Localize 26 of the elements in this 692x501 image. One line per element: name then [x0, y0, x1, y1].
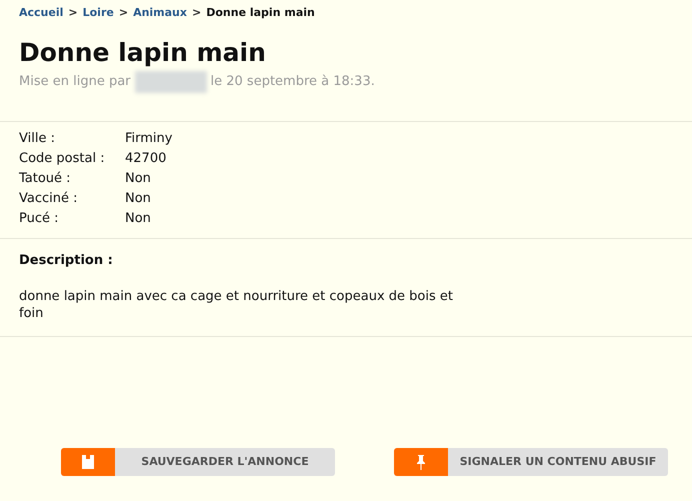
- breadcrumb-separator: >: [118, 5, 128, 21]
- posted-by-text: Mise en ligne par: [19, 72, 131, 91]
- detail-value: 42700: [125, 150, 166, 168]
- description-heading: Description :: [19, 252, 114, 270]
- detail-label: Ville :: [19, 130, 56, 148]
- detail-value: Firminy: [125, 130, 172, 148]
- bookmark-icon: [82, 455, 94, 469]
- posted-date-text: le 20 septembre à 18:33.: [210, 72, 375, 91]
- detail-label: Tatoué :: [19, 170, 72, 188]
- detail-label: Code postal :: [19, 150, 106, 168]
- breadcrumb-current: Donne lapin main: [206, 5, 315, 21]
- report-button[interactable]: SIGNALER UN CONTENU ABUSIF: [394, 448, 668, 476]
- detail-value: Non: [125, 190, 151, 208]
- breadcrumb-link[interactable]: Animaux: [133, 5, 187, 22]
- breadcrumb-link[interactable]: Accueil: [19, 5, 64, 22]
- detail-value: Non: [125, 210, 151, 228]
- detail-value: Non: [125, 170, 151, 188]
- breadcrumb-link[interactable]: Loire: [82, 5, 114, 22]
- save-ad-button[interactable]: SAUVEGARDER L'ANNONCE: [61, 448, 335, 476]
- description-text: donne lapin main avec ca cage et nourriture et copeaux de bois et foin: [19, 288, 454, 322]
- pin-icon: [417, 454, 425, 470]
- breadcrumb-separator: >: [192, 5, 202, 21]
- detail-label: Pucé :: [19, 210, 60, 228]
- detail-label: Vacciné :: [19, 190, 79, 208]
- breadcrumb-separator: >: [68, 5, 78, 21]
- ad-title: Donne lapin main: [18, 38, 267, 68]
